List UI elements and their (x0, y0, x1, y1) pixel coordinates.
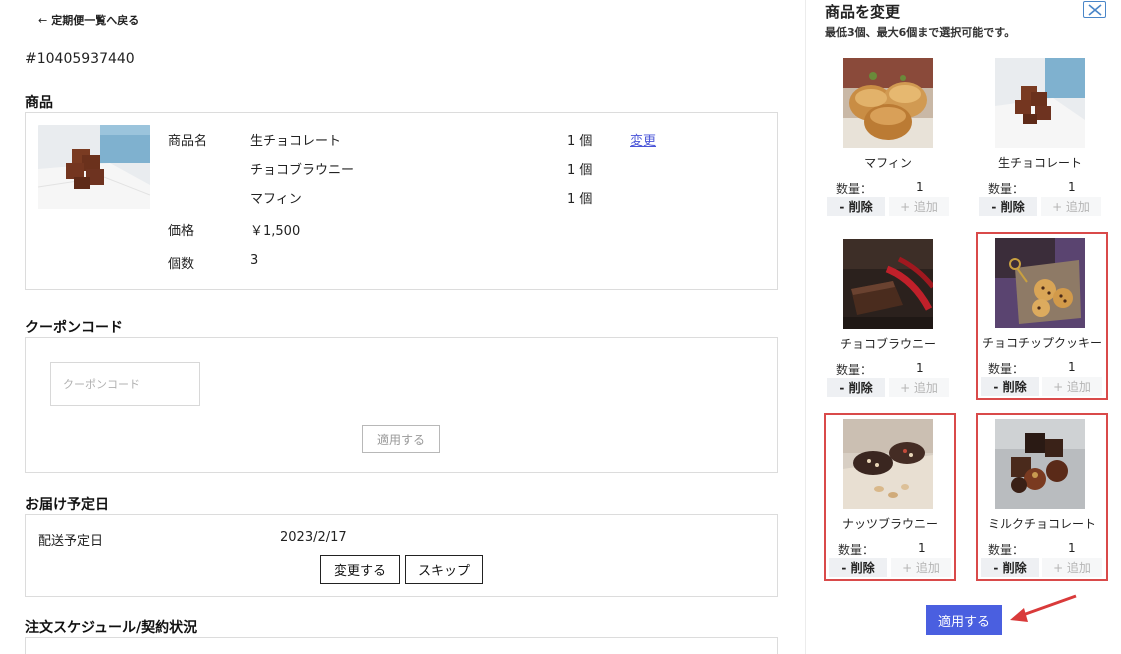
qty-label: 数量： (988, 362, 1025, 376)
order-id: #10405937440 (25, 51, 135, 67)
back-link-label: 定期便一覧へ戻る (51, 14, 140, 27)
delete-button[interactable]: - 削除 (981, 558, 1039, 577)
arrow-left-icon: ← (38, 13, 48, 27)
add-button[interactable]: + 追加 (889, 378, 949, 397)
change-date-button[interactable]: 変更する (320, 555, 400, 584)
add-button[interactable]: + 追加 (1042, 377, 1102, 396)
product-name: マフィン (864, 156, 912, 170)
product-card-brownie: チョコブラウニー 数量： 1 - 削除 + 追加 (822, 235, 954, 403)
delivery-box: 配送予定日 2023/2/17 変更する スキップ (25, 514, 778, 597)
product-name: ナッツブラウニー (841, 517, 938, 531)
cookie-photo-icon (995, 238, 1085, 328)
delete-button[interactable]: - 削除 (979, 197, 1037, 216)
delete-button[interactable]: - 削除 (827, 197, 885, 216)
change-products-panel: 商品を変更 最低3個、最大6個まで選択可能です。 マフィン 数量： 1 - 削除… (805, 0, 1121, 654)
qty-label: 数量： (988, 543, 1025, 557)
back-to-subscriptions-link[interactable]: ← 定期便一覧へ戻る (38, 12, 139, 28)
product-card-nama-chocolate: 生チョコレート 数量： 1 - 削除 + 追加 (974, 54, 1106, 222)
product-item-qty: 1 個 (567, 192, 593, 207)
delivery-date-label: 配送予定日 (38, 534, 104, 549)
product-name-label: 商品名 (168, 134, 208, 149)
red-arrow-icon (1010, 594, 1077, 622)
nama-chocolate-photo-icon (995, 58, 1085, 148)
qty-label: 数量： (836, 363, 873, 377)
qty-label: 数量： (836, 182, 873, 196)
brownie-photo-icon (843, 239, 933, 329)
schedule-section-title: 注文スケジュール/契約状況 (25, 620, 198, 636)
product-item-name: 生チョコレート (250, 134, 342, 149)
qty-value: 1 (1068, 360, 1076, 374)
coupon-apply-button[interactable]: 適用する (362, 425, 440, 453)
add-button[interactable]: + 追加 (891, 558, 951, 577)
delivery-date-value: 2023/2/17 (280, 530, 347, 545)
nut-brownie-photo-icon (843, 419, 933, 509)
price-label: 価格 (168, 224, 195, 239)
muffin-photo-icon (843, 58, 933, 148)
product-name: ミルクチョコレート (987, 517, 1096, 531)
product-card-muffin: マフィン 数量： 1 - 削除 + 追加 (822, 54, 954, 222)
panel-title: 商品を変更 (825, 3, 901, 21)
product-item-qty: 1 個 (567, 163, 593, 178)
milk-chocolate-photo-icon (995, 419, 1085, 509)
add-button[interactable]: + 追加 (1042, 558, 1102, 577)
qty-value: 1 (916, 180, 924, 194)
product-box: 商品名 生チョコレート 1 個 変更 チョコブラウニー 1 個 マフィン 1 個… (25, 112, 778, 290)
product-item-name: マフィン (250, 192, 302, 207)
product-name: チョコブラウニー (839, 337, 936, 351)
product-card-nut-brownie: ナッツブラウニー 数量： 1 - 削除 + 追加 (824, 413, 956, 581)
count-value: 3 (250, 253, 259, 268)
delete-button[interactable]: - 削除 (827, 378, 885, 397)
panel-apply-button[interactable]: 適用する (926, 605, 1002, 635)
qty-value: 1 (918, 541, 926, 555)
qty-value: 1 (1068, 180, 1076, 194)
qty-label: 数量： (838, 543, 875, 557)
product-item-name: チョコブラウニー (250, 163, 355, 178)
product-name: 生チョコレート (997, 156, 1082, 170)
nama-chocolate-product-image (38, 125, 150, 209)
count-label: 個数 (168, 257, 195, 272)
product-card-milk-chocolate: ミルクチョコレート 数量： 1 - 削除 + 追加 (976, 413, 1108, 581)
coupon-code-input[interactable]: クーポンコード (50, 362, 200, 406)
change-products-link[interactable]: 変更 (630, 130, 656, 149)
delete-button[interactable]: - 削除 (981, 377, 1039, 396)
coupon-section-title: クーポンコード (25, 320, 123, 336)
add-button[interactable]: + 追加 (1041, 197, 1101, 216)
delete-button[interactable]: - 削除 (829, 558, 887, 577)
product-name: チョコチップクッキー (981, 336, 1102, 350)
close-icon[interactable] (1083, 1, 1106, 18)
product-card-choco-chip-cookie: チョコチップクッキー 数量： 1 - 削除 + 追加 (976, 232, 1108, 400)
qty-label: 数量： (988, 182, 1025, 196)
coupon-box: クーポンコード 適用する (25, 337, 778, 473)
product-item-qty: 1 個 (567, 134, 593, 149)
qty-value: 1 (916, 361, 924, 375)
product-section-title: 商品 (25, 95, 53, 111)
skip-button[interactable]: スキップ (405, 555, 483, 584)
delivery-section-title: お届け予定日 (25, 497, 109, 513)
schedule-box (25, 637, 778, 654)
add-button[interactable]: + 追加 (889, 197, 949, 216)
qty-value: 1 (1068, 541, 1076, 555)
panel-subtitle: 最低3個、最大6個まで選択可能です。 (825, 26, 1016, 39)
price-value: ￥1,500 (250, 224, 301, 239)
